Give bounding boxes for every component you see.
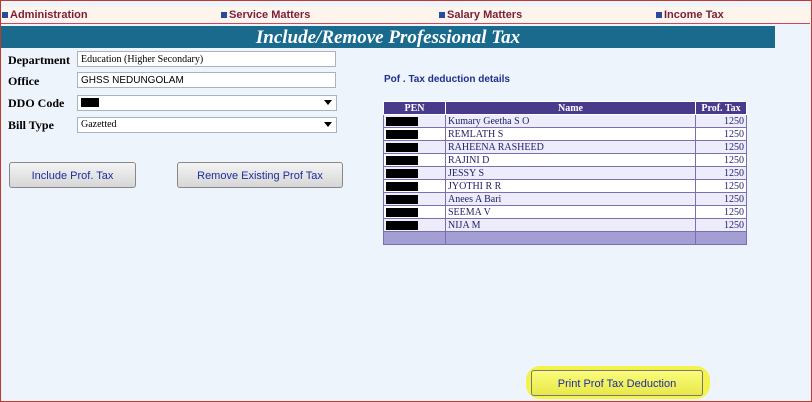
pen-cell [383, 179, 446, 193]
table-caption: Pof . Tax deduction details [384, 74, 510, 85]
pen-cell [383, 153, 446, 167]
prof-tax-cell: 1250 [695, 192, 747, 206]
menu-item-salary-matters[interactable]: Salary Matters [439, 9, 522, 21]
bill-type-select[interactable]: Gazetted [77, 117, 337, 133]
column-header-pen: PEN [383, 101, 446, 115]
name-cell: SEEMA V [445, 205, 696, 219]
menu-bullet-icon [221, 12, 227, 19]
prof-tax-cell: 1250 [695, 218, 747, 232]
table-row: NIJA M 1250 [383, 218, 747, 232]
table-row: Kumary Geetha S O 1250 [383, 114, 747, 128]
name-cell: NIJA M [445, 218, 696, 232]
menu-item-income-tax[interactable]: Income Tax [656, 9, 724, 21]
prof-tax-cell: 1250 [695, 153, 747, 167]
table-row: JYOTHI R R 1250 [383, 179, 747, 193]
chevron-down-icon [324, 122, 332, 127]
menu-item-service-matters[interactable]: Service Matters [221, 9, 310, 21]
column-header-name: Name [445, 101, 696, 115]
table-row: RAJINI D 1250 [383, 153, 747, 167]
name-cell: REMLATH S [445, 127, 696, 141]
include-prof-tax-button[interactable]: Include Prof. Tax [9, 162, 136, 188]
prof-tax-cell: 1250 [695, 166, 747, 180]
prof-tax-cell: 1250 [695, 140, 747, 154]
name-cell: JYOTHI R R [445, 179, 696, 193]
pen-cell [383, 218, 446, 232]
pen-cell [383, 127, 446, 141]
redacted-value [386, 207, 418, 217]
prof-tax-cell: 1250 [695, 179, 747, 193]
table-row: Anees A Bari 1250 [383, 192, 747, 206]
pen-cell [383, 114, 446, 128]
table-row: SEEMA V 1250 [383, 205, 747, 219]
bill-type-label: Bill Type [8, 118, 54, 132]
office-field[interactable]: GHSS NEDUNGOLAM [77, 72, 336, 88]
menu-bullet-icon [2, 12, 8, 19]
redacted-value [81, 98, 99, 108]
table-row: RAHEENA RASHEED 1250 [383, 140, 747, 154]
redacted-value [386, 155, 418, 165]
print-prof-tax-button[interactable]: Print Prof Tax Deduction [531, 370, 703, 396]
column-header-prof-tax: Prof. Tax [695, 101, 747, 115]
prof-tax-table: PEN Name Prof. Tax Kumary Geetha S O 125… [383, 101, 747, 245]
redacted-value [386, 220, 418, 230]
top-menu-bar: Administration Service Matters Salary Ma… [1, 7, 810, 24]
department-label: Department [8, 53, 70, 67]
name-cell: RAJINI D [445, 153, 696, 167]
redacted-value [386, 142, 418, 152]
office-label: Office [8, 74, 40, 88]
prof-tax-cell: 1250 [695, 205, 747, 219]
pen-cell [383, 140, 446, 154]
department-field[interactable]: Education (Higher Secondary) [77, 51, 336, 67]
name-cell: JESSY S [445, 166, 696, 180]
menu-bullet-icon [439, 12, 445, 19]
page-title: Include/Remove Professional Tax [255, 27, 521, 48]
table-row: JESSY S 1250 [383, 166, 747, 180]
redacted-value [386, 194, 418, 204]
chevron-down-icon [324, 100, 332, 105]
table-footer-row [383, 231, 747, 245]
menu-bullet-icon [656, 12, 662, 19]
title-bar: Include/Remove Professional Tax [1, 26, 775, 48]
pen-cell [383, 166, 446, 180]
redacted-value [386, 116, 418, 126]
prof-tax-cell: 1250 [695, 114, 747, 128]
ddo-code-label: DDO Code [8, 96, 65, 110]
pen-cell [383, 192, 446, 206]
menu-item-administration[interactable]: Administration [2, 9, 88, 21]
redacted-value [386, 168, 418, 178]
remove-prof-tax-button[interactable]: Remove Existing Prof Tax [177, 162, 343, 188]
name-cell: Anees A Bari [445, 192, 696, 206]
prof-tax-cell: 1250 [695, 127, 747, 141]
table-row: REMLATH S 1250 [383, 127, 747, 141]
ddo-code-select[interactable] [77, 95, 337, 111]
pen-cell [383, 205, 446, 219]
bill-type-value: Gazetted [81, 119, 117, 130]
redacted-value [386, 129, 418, 139]
redacted-value [386, 181, 418, 191]
name-cell: Kumary Geetha S O [445, 114, 696, 128]
name-cell: RAHEENA RASHEED [445, 140, 696, 154]
